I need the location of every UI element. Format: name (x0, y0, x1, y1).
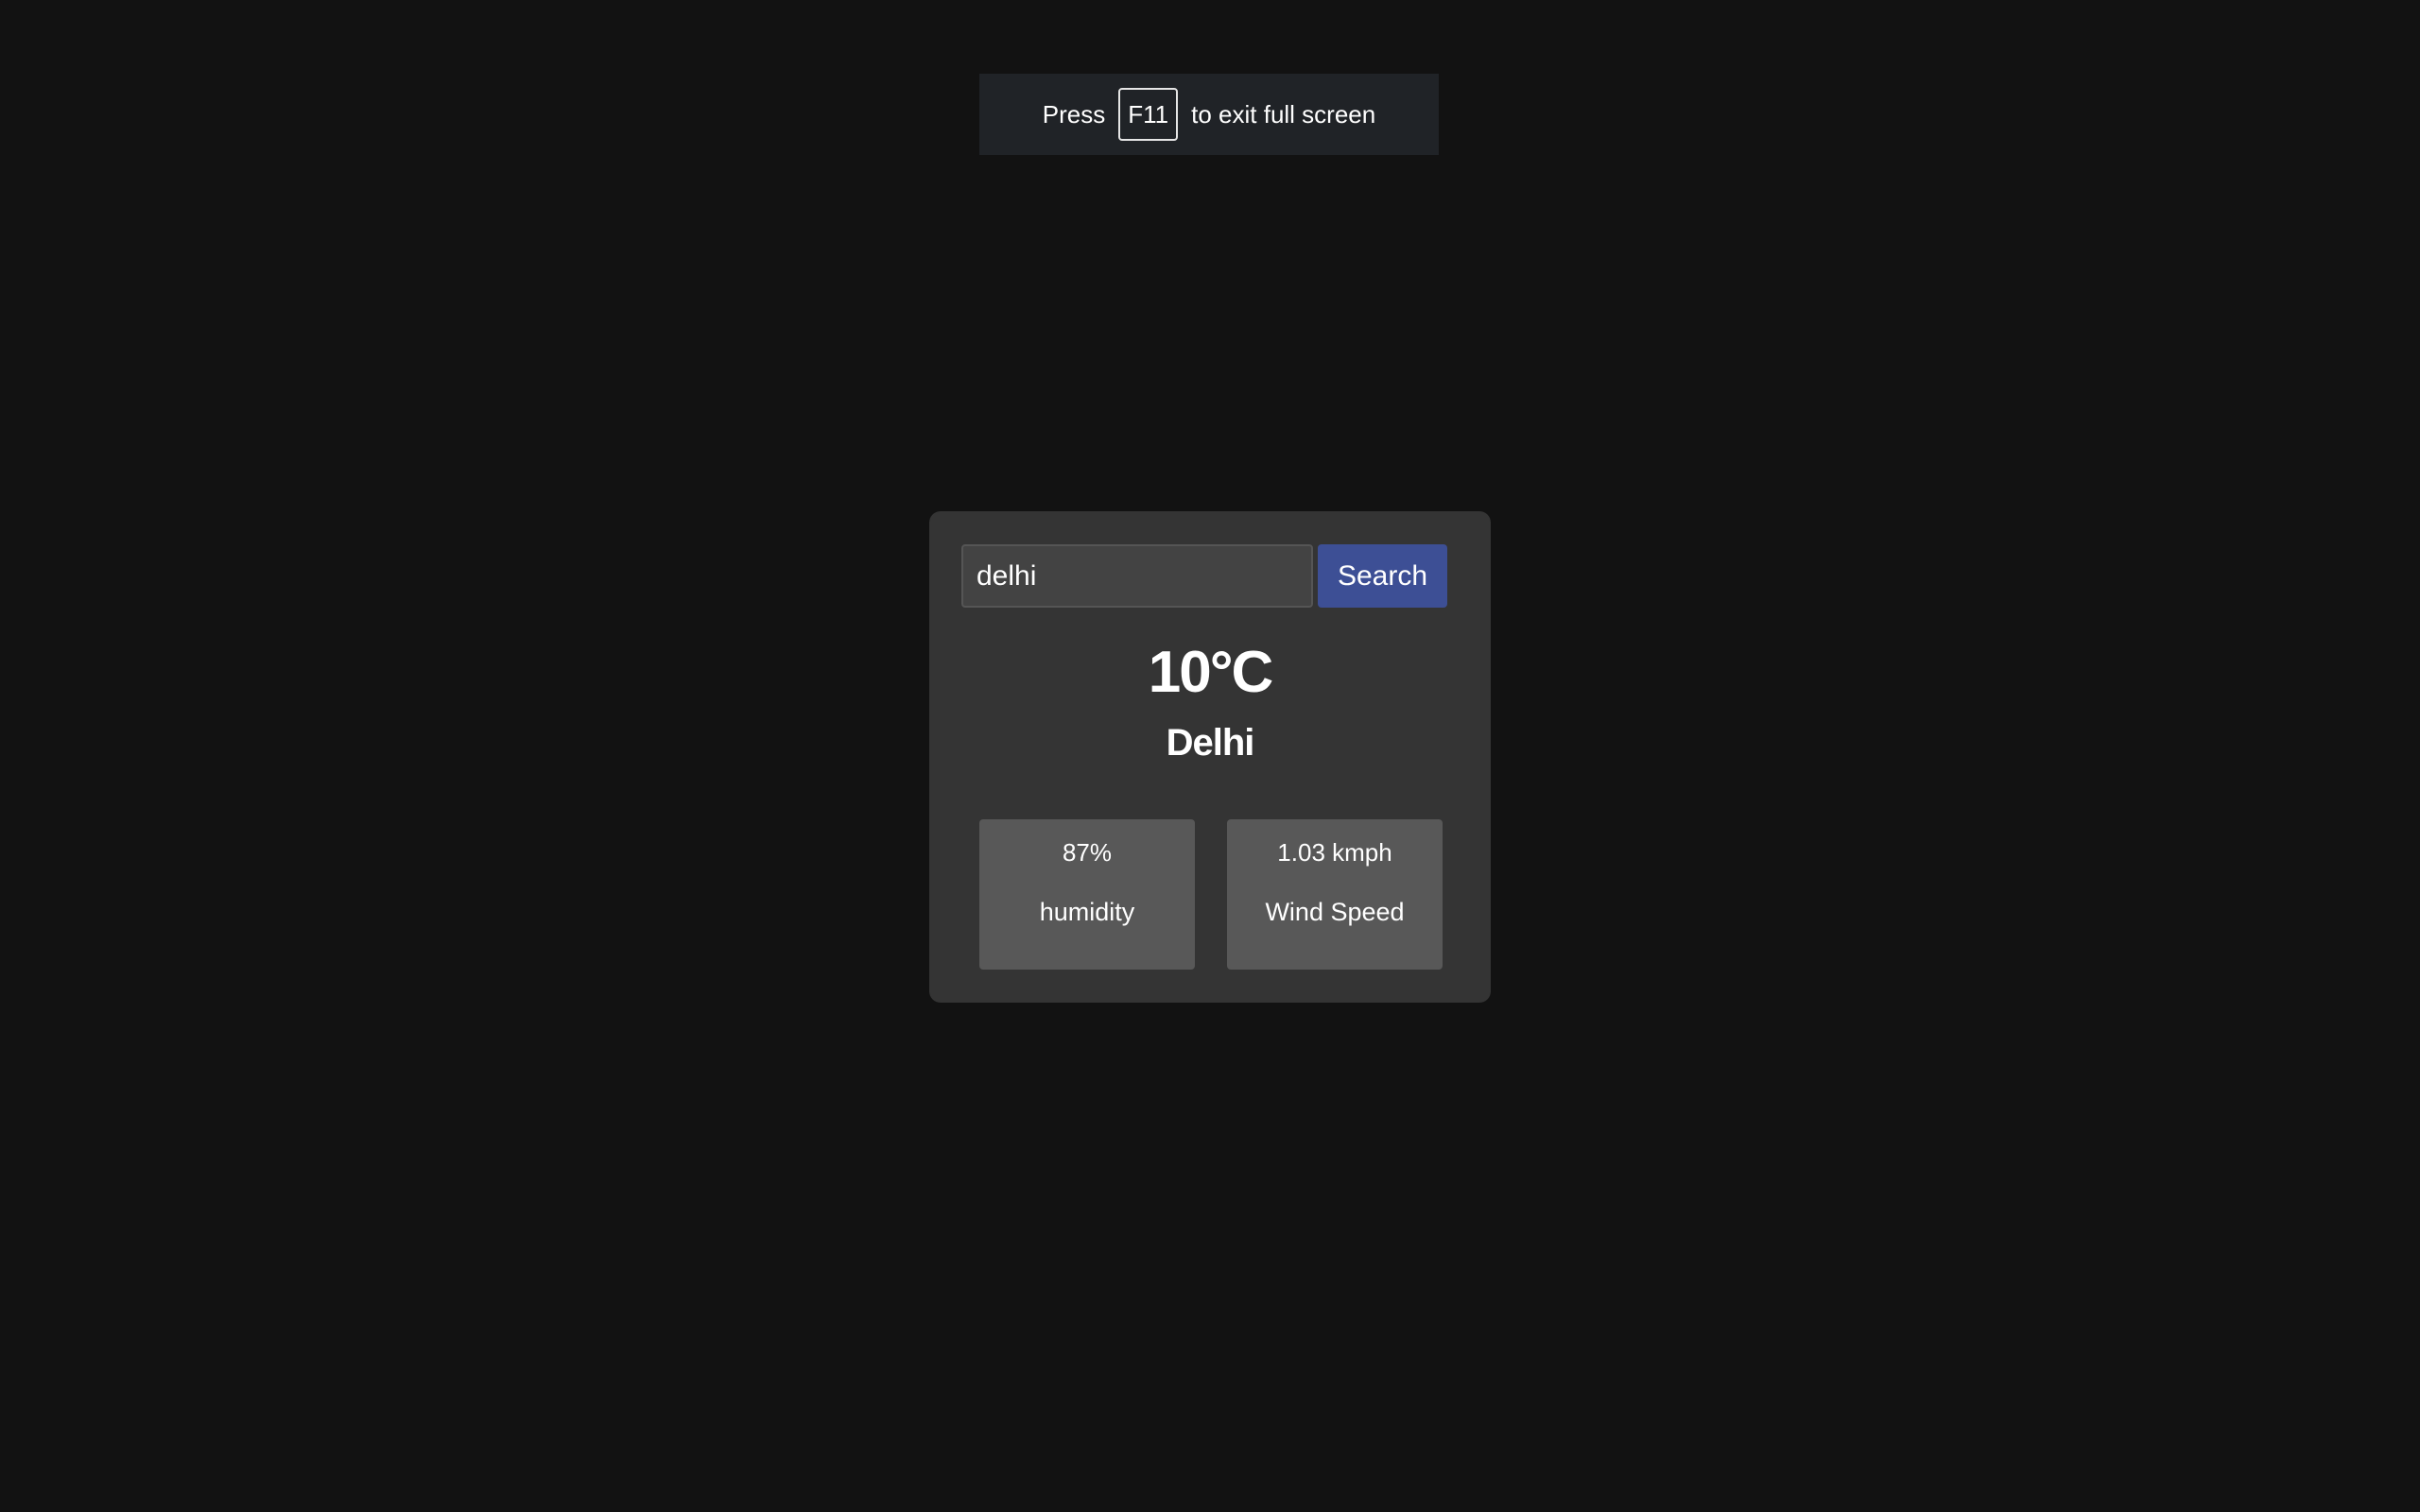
weather-card: Search 10°C Delhi 87% humidity 1.03 kmph… (929, 511, 1491, 1003)
fullscreen-notice-suffix: to exit full screen (1191, 99, 1376, 129)
page: Press F11 to exit full screen Search 10°… (0, 0, 2420, 1512)
fullscreen-notice-prefix: Press (1042, 99, 1106, 129)
wind-speed-value: 1.03 kmph (1277, 838, 1392, 867)
humidity-box: 87% humidity (979, 819, 1195, 970)
fullscreen-notice: Press F11 to exit full screen (979, 74, 1439, 155)
humidity-label: humidity (1039, 898, 1135, 926)
humidity-value: 87% (1062, 838, 1113, 867)
search-button[interactable]: Search (1318, 544, 1447, 608)
search-row: Search (961, 544, 1447, 608)
wind-speed-label: Wind Speed (1265, 898, 1405, 926)
f11-key: F11 (1118, 88, 1179, 141)
wind-speed-box: 1.03 kmph Wind Speed (1227, 819, 1443, 970)
city-search-input[interactable] (961, 544, 1313, 608)
city-name: Delhi (1166, 722, 1255, 764)
temperature: 10°C (1148, 640, 1274, 705)
